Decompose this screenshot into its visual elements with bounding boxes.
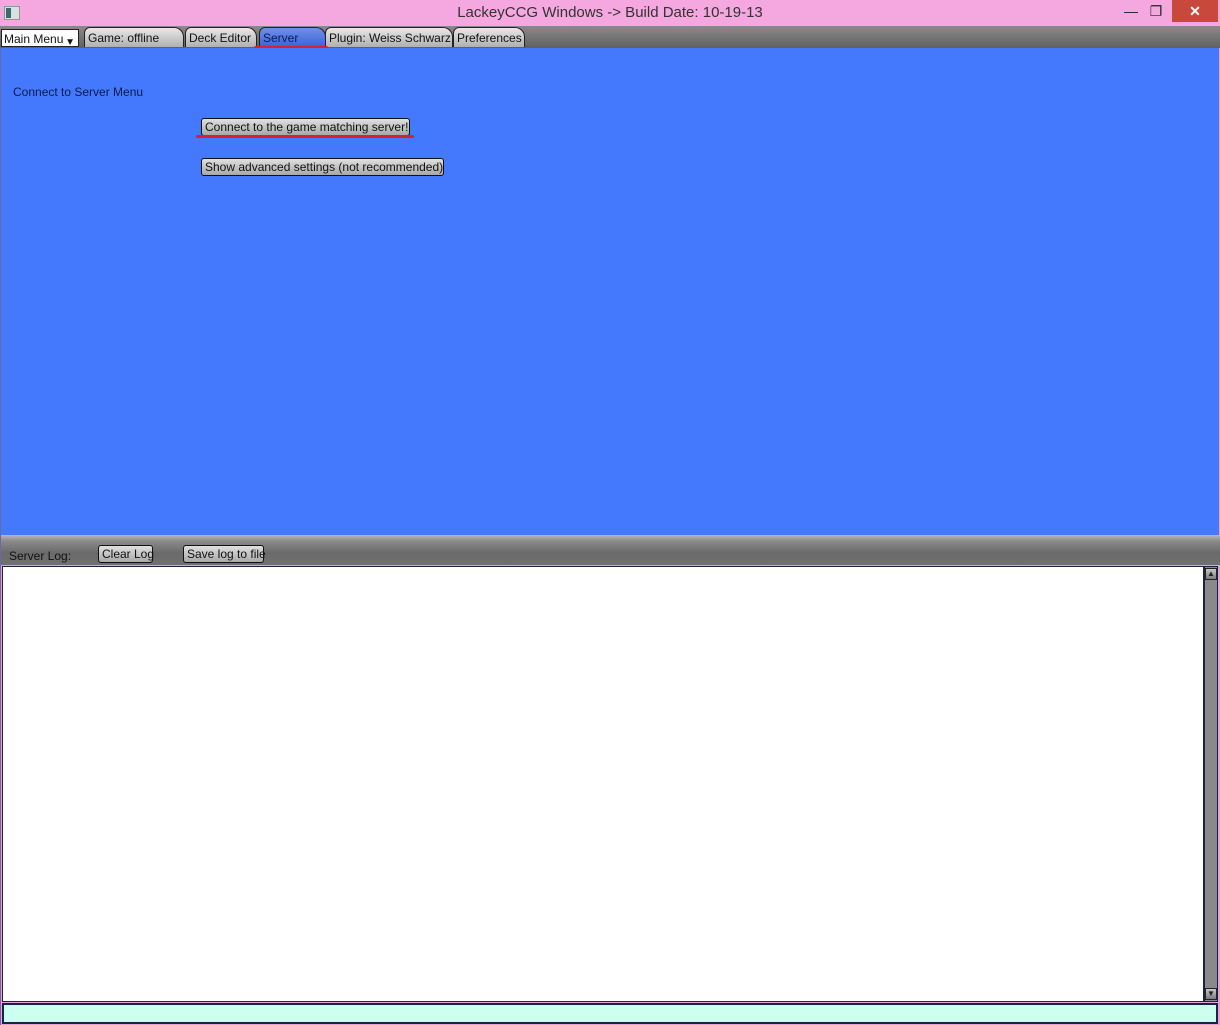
server-panel: Connect to Server Menu Connect to the ga… (1, 48, 1219, 535)
tab-plugin[interactable]: Plugin: Weiss Schwarz (325, 27, 453, 47)
main-menu-label: Main Menu (4, 32, 64, 46)
tab-preferences[interactable]: Preferences (453, 27, 525, 47)
window-edge (0, 48, 1, 1025)
server-menu-heading: Connect to Server Menu (13, 85, 144, 99)
server-log-label: Server Log: (9, 549, 72, 563)
restore-button[interactable]: ❐ (1140, 0, 1172, 22)
tab-bar: Main Menu ▼ Game: offline Deck Editor Se… (0, 26, 1220, 48)
tab-game[interactable]: Game: offline (84, 27, 184, 47)
log-scrollbar[interactable]: ▲ ▼ (1204, 566, 1218, 1002)
window-title: LackeyCCG Windows -> Build Date: 10-19-1… (457, 4, 763, 21)
save-log-button[interactable]: Save log to file (183, 545, 266, 563)
close-button[interactable]: ✕ (1172, 0, 1218, 22)
tab-deck-editor[interactable]: Deck Editor (185, 27, 257, 47)
clear-log-button[interactable]: Clear Log (98, 545, 154, 563)
title-bar: LackeyCCG Windows -> Build Date: 10-19-1… (0, 0, 1220, 26)
advanced-settings-button[interactable]: Show advanced settings (not recommended) (201, 158, 444, 176)
main-menu-dropdown[interactable]: Main Menu ▼ (1, 29, 79, 48)
log-toolbar: Server Log: Clear Log Save log to file (0, 535, 1220, 565)
annotation-underline-connect-button (196, 135, 414, 138)
chat-input[interactable] (2, 1003, 1218, 1024)
scroll-up-icon[interactable]: ▲ (1205, 568, 1217, 580)
scroll-down-icon[interactable]: ▼ (1205, 988, 1217, 1000)
tab-server[interactable]: Server (259, 27, 326, 47)
server-log-area[interactable] (2, 566, 1204, 1002)
connect-server-button[interactable]: Connect to the game matching server! (201, 118, 410, 136)
